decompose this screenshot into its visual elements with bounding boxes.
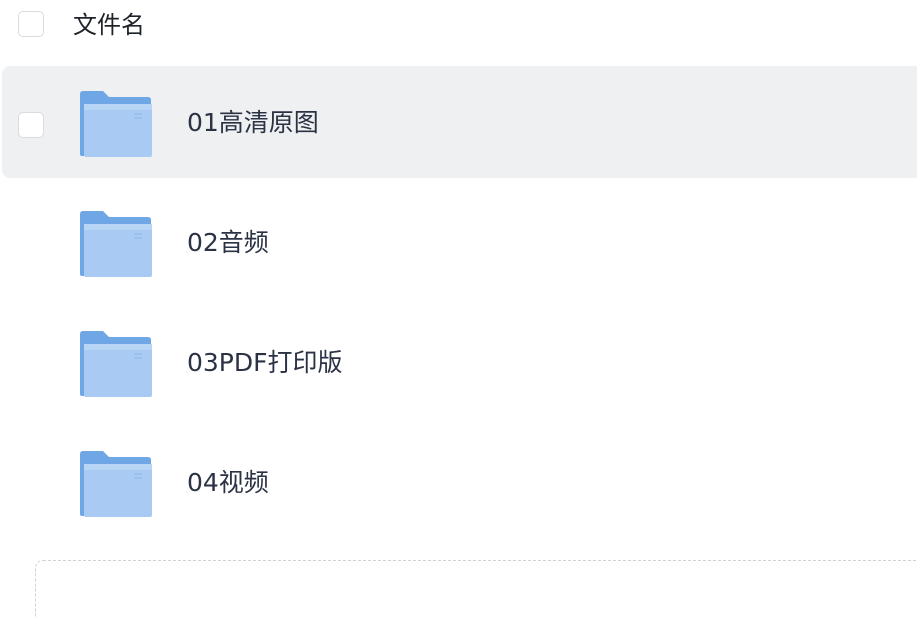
row-checkbox[interactable] bbox=[18, 112, 44, 138]
folder-icon bbox=[80, 91, 152, 157]
file-row-02[interactable]: 02音频 bbox=[2, 186, 917, 298]
file-name[interactable]: 02音频 bbox=[187, 225, 269, 261]
file-browser: 文件名 01高清原图 02音频 03PDF打印版 04视频 bbox=[0, 0, 917, 618]
column-header-filename[interactable]: 文件名 bbox=[73, 8, 145, 42]
select-all-checkbox[interactable] bbox=[18, 11, 44, 37]
folder-icon bbox=[80, 451, 152, 517]
folder-icon bbox=[80, 331, 152, 397]
upload-drop-zone[interactable] bbox=[35, 560, 917, 618]
file-row-04[interactable]: 04视频 bbox=[2, 426, 917, 538]
file-name[interactable]: 04视频 bbox=[187, 465, 269, 501]
file-row-03[interactable]: 03PDF打印版 bbox=[2, 306, 917, 418]
list-header: 文件名 bbox=[0, 0, 917, 50]
folder-icon bbox=[80, 211, 152, 277]
file-row-01[interactable]: 01高清原图 bbox=[2, 66, 917, 178]
file-name[interactable]: 01高清原图 bbox=[187, 105, 319, 141]
file-name[interactable]: 03PDF打印版 bbox=[187, 345, 343, 381]
